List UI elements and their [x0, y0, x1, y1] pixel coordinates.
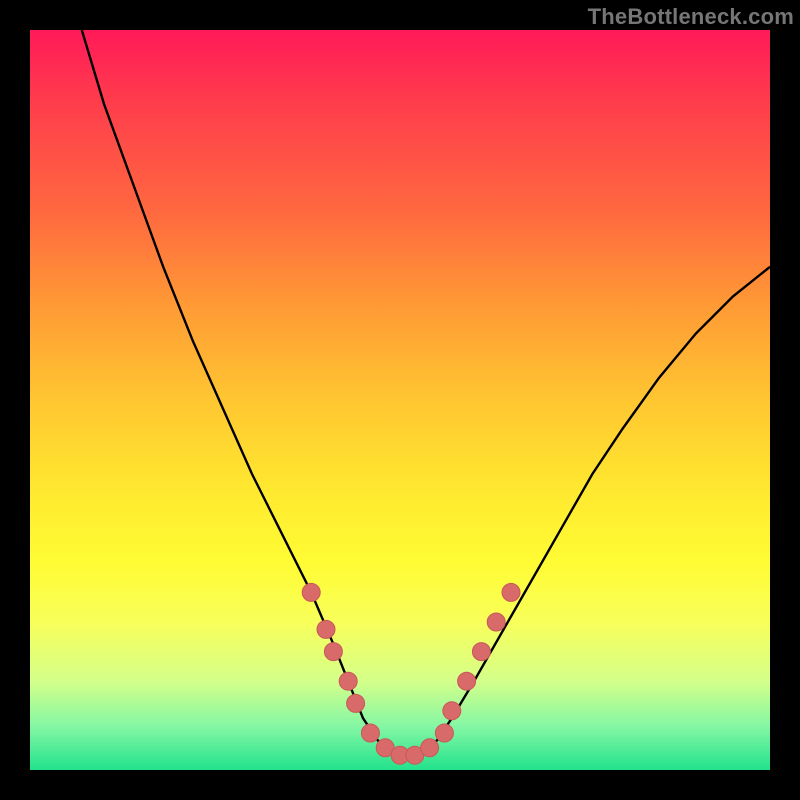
curve-marker	[317, 620, 335, 638]
bottleneck-curve-svg	[30, 30, 770, 770]
curve-markers	[302, 583, 520, 764]
curve-marker	[458, 672, 476, 690]
curve-marker	[347, 694, 365, 712]
curve-marker	[443, 702, 461, 720]
bottleneck-curve-path	[82, 30, 770, 755]
curve-marker	[361, 724, 379, 742]
curve-marker	[302, 583, 320, 601]
curve-marker	[421, 739, 439, 757]
curve-marker	[435, 724, 453, 742]
curve-marker	[487, 613, 505, 631]
curve-marker	[502, 583, 520, 601]
watermark-label: TheBottleneck.com	[588, 4, 794, 30]
chart-plot-area	[30, 30, 770, 770]
curve-marker	[339, 672, 357, 690]
chart-frame: TheBottleneck.com	[0, 0, 800, 800]
curve-marker	[472, 643, 490, 661]
curve-marker	[324, 643, 342, 661]
